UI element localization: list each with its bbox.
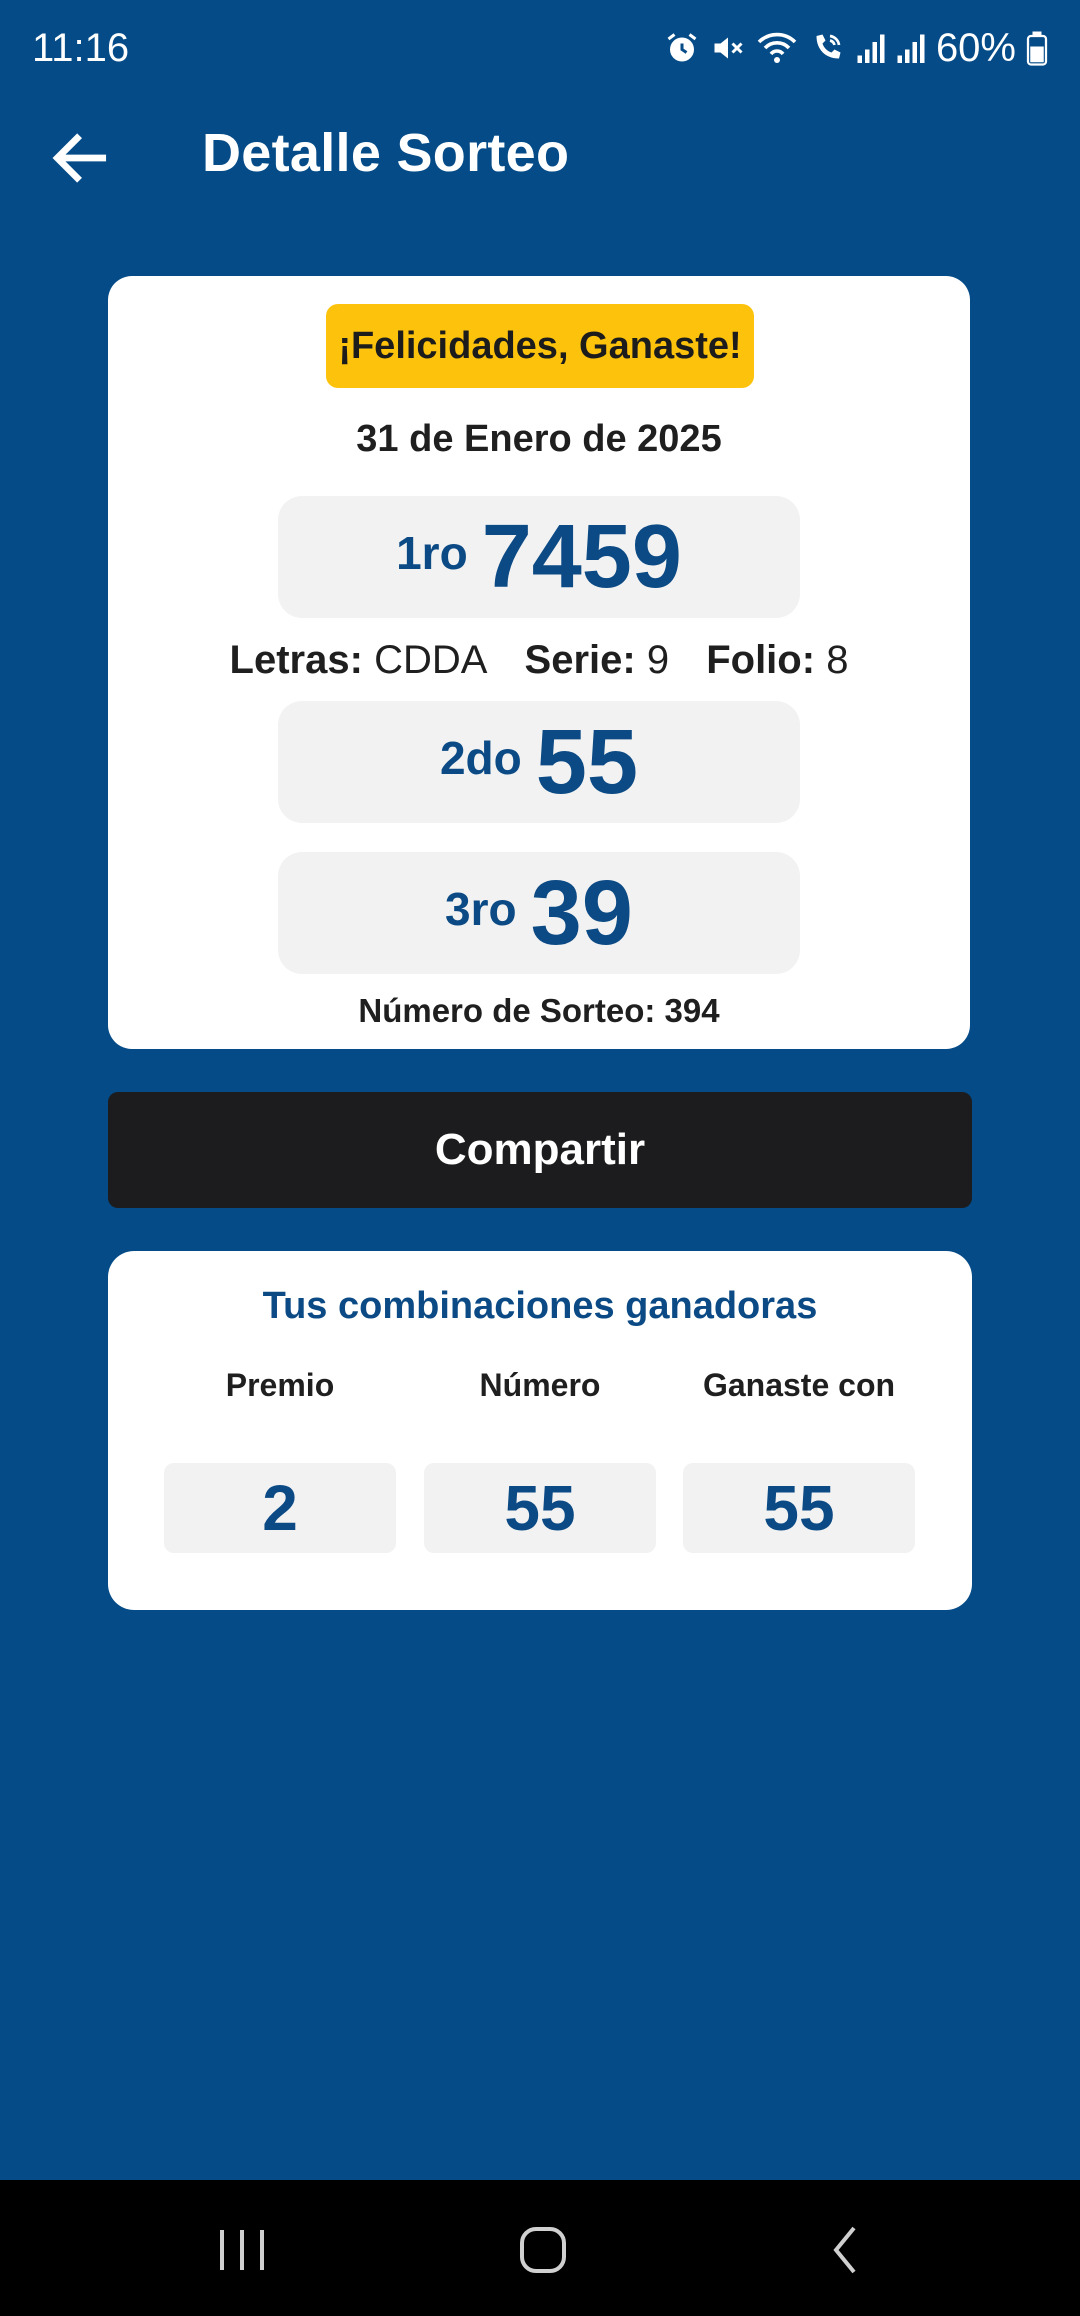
battery-icon [1026,31,1048,66]
letras-label: Letras: [229,638,363,682]
arrow-left-icon [52,133,107,183]
screen: 11:16 60% Detalle Sorteo ¡Felicidades, G… [0,0,1080,2316]
wifi-icon [757,32,797,63]
second-prize-label: 2do [439,732,522,784]
alarm-icon [667,33,697,62]
serie-value: 9 [646,638,670,682]
page-title: Detalle Sorteo [202,123,570,183]
wifi-calling-icon [816,34,841,59]
system-nav-bar [0,2180,1080,2316]
status-icons: 60% [664,26,1048,71]
combinations-title: Tus combinaciones ganadoras [262,1285,818,1327]
column-header-premio: Premio [225,1367,335,1403]
mute-icon [714,37,743,59]
column-header-numero: Número [479,1367,601,1403]
draw-number: Número de Sorteo: 394 [358,992,720,1029]
cell-premio: 2 [164,1463,396,1553]
app-bar: Detalle Sorteo [0,110,1080,200]
folio-value: 8 [826,638,849,682]
status-bar: 11:16 60% [0,0,1080,96]
signal-icon [897,34,925,63]
back-icon [833,2226,856,2274]
letras-value: CDDA [374,638,488,682]
third-prize-label: 3ro [445,883,517,935]
cell-ganaste-con: 55 [683,1463,915,1553]
winning-combinations-card: Tus combinaciones ganadoras Premio Númer… [108,1251,972,1610]
third-prize-box: 3ro 39 [278,852,800,974]
recents-icon [220,2230,264,2270]
first-prize-number: 7459 [481,507,682,607]
serie-label: Serie: [524,638,636,682]
recents-button[interactable] [202,2220,282,2280]
third-prize-number: 39 [530,862,633,964]
home-icon [520,2227,566,2273]
draw-result-card: ¡Felicidades, Ganaste! 31 de Enero de 20… [108,276,970,1049]
ticket-details: Letras: CDDA Serie: 9 Folio: 8 [108,638,970,683]
first-prize-box: 1ro 7459 [278,496,800,618]
column-header-ganaste-con: Ganaste con [702,1367,896,1403]
home-button[interactable] [503,2220,583,2280]
share-button[interactable]: Compartir [108,1092,972,1208]
second-prize-box: 2do 55 [278,701,800,823]
cell-numero: 55 [424,1463,656,1553]
battery-percent: 60% [935,25,1016,70]
signal-icon [857,34,885,63]
draw-date: 31 de Enero de 2025 [356,418,722,460]
folio-label: Folio: [706,638,816,682]
second-prize-number: 55 [535,711,639,813]
status-time: 11:16 [32,25,130,70]
winner-badge: ¡Felicidades, Ganaste! [326,304,754,388]
first-prize-label: 1ro [396,527,468,579]
back-button[interactable] [46,124,114,192]
nav-back-button[interactable] [806,2220,886,2280]
